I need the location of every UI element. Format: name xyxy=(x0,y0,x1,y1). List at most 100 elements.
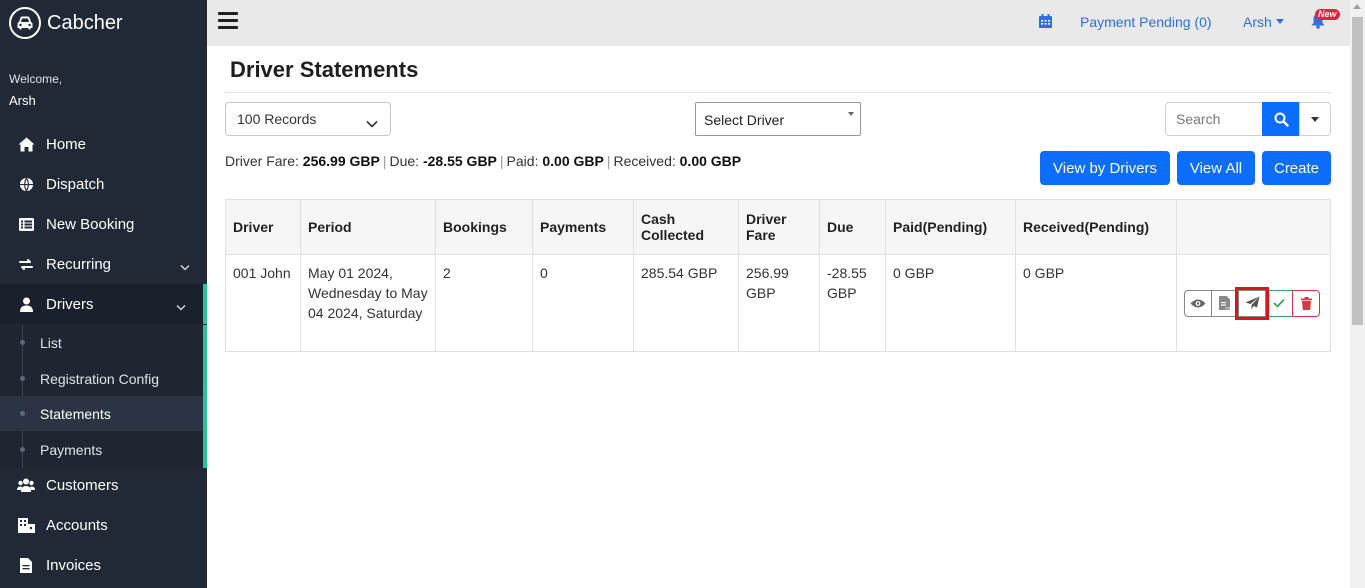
trash-icon xyxy=(1300,296,1312,310)
sidebar-item-invoices[interactable]: Invoices xyxy=(0,545,207,585)
cell-received-pending: 0 GBP xyxy=(1015,254,1177,352)
sidebar-item-accounts[interactable]: Accounts xyxy=(0,505,207,545)
driver-fare-label: Driver Fare: xyxy=(225,153,299,169)
column-header-driver-fare[interactable]: Driver Fare xyxy=(738,199,820,255)
brand[interactable]: Cabcher xyxy=(9,7,123,39)
table-header-row: Driver Period Bookings Payments Cash Col… xyxy=(225,199,1331,255)
chevron-down-icon xyxy=(180,258,190,275)
building-icon xyxy=(17,516,35,534)
submenu-item-registration-config[interactable]: Registration Config xyxy=(0,361,203,396)
globe-icon xyxy=(17,175,35,193)
submenu-item-label: Payments xyxy=(40,441,103,458)
cell-paid-pending: 0 GBP xyxy=(885,254,1016,352)
svg-text:PDF: PDF xyxy=(1226,306,1232,310)
sidebar-item-home[interactable]: Home xyxy=(0,124,207,164)
column-header-bookings[interactable]: Bookings xyxy=(435,199,533,255)
sidebar-item-label: Drivers xyxy=(46,295,94,313)
sidebar-item-label: Invoices xyxy=(46,556,102,574)
search-icon xyxy=(1274,112,1289,127)
drivers-submenu: List Registration Config Statements Paym… xyxy=(0,325,207,468)
submenu-item-statements[interactable]: Statements xyxy=(0,396,203,431)
user-menu-dropdown[interactable]: Arsh xyxy=(1243,14,1285,30)
bullet-icon xyxy=(20,447,25,452)
records-per-page-select[interactable]: 100 Records xyxy=(225,102,391,136)
search-input[interactable] xyxy=(1165,102,1263,136)
chevron-down-icon xyxy=(366,115,378,131)
search-button[interactable] xyxy=(1262,102,1300,136)
column-header-cash-collected[interactable]: Cash Collected xyxy=(633,199,739,255)
paid-value: 0.00 GBP xyxy=(542,153,604,169)
records-select-value: 100 Records xyxy=(237,111,317,127)
row-action-group: PDF xyxy=(1184,286,1323,320)
column-header-driver[interactable]: Driver xyxy=(225,199,301,255)
column-header-due[interactable]: Due xyxy=(819,199,886,255)
driver-select[interactable]: Select Driver xyxy=(695,102,861,136)
divider xyxy=(225,92,1331,93)
file-icon xyxy=(17,556,35,574)
statements-table: Driver Period Bookings Payments Cash Col… xyxy=(225,199,1331,352)
page-scrollbar[interactable] xyxy=(1350,0,1365,588)
page-title: Driver Statements xyxy=(230,57,419,82)
sidebar-item-label: Customers xyxy=(46,476,119,494)
pdf-file-icon: PDF xyxy=(1219,296,1231,310)
column-header-period[interactable]: Period xyxy=(300,199,436,255)
delete-button[interactable] xyxy=(1292,289,1320,317)
cell-driver-fare: 256.99 GBP xyxy=(738,254,820,352)
caret-down-icon xyxy=(1275,19,1284,24)
column-header-received-pending[interactable]: Received(Pending) xyxy=(1015,199,1177,255)
welcome-label: Welcome, xyxy=(9,72,63,86)
received-value: 0.00 GBP xyxy=(679,153,742,169)
scrollbar-thumb[interactable] xyxy=(1352,17,1363,325)
column-header-payments[interactable]: Payments xyxy=(532,199,634,255)
users-icon xyxy=(17,476,35,494)
approve-button[interactable] xyxy=(1265,289,1293,317)
home-icon xyxy=(17,135,35,153)
payment-pending-link[interactable]: Payment Pending (0) xyxy=(1080,14,1212,30)
view-button[interactable] xyxy=(1184,289,1212,317)
sidebar-item-label: Home xyxy=(46,135,87,153)
scroll-up-arrow-icon[interactable] xyxy=(1353,4,1361,9)
user-icon xyxy=(17,295,35,313)
paid-label: Paid: xyxy=(506,153,539,169)
download-pdf-button[interactable]: PDF xyxy=(1211,289,1239,317)
car-logo-icon xyxy=(9,7,41,39)
search-options-dropdown[interactable] xyxy=(1299,102,1331,136)
sidebar-item-recurring[interactable]: Recurring xyxy=(0,244,207,284)
due-value: -28.55 GBP xyxy=(422,153,497,169)
send-statement-button[interactable] xyxy=(1235,286,1269,320)
driver-select-value: Select Driver xyxy=(704,112,785,128)
cell-period: May 01 2024, Wednesday to May 04 2024, S… xyxy=(300,254,436,352)
sidebar-item-dispatch[interactable]: Dispatch xyxy=(0,164,207,204)
submenu-item-payments[interactable]: Payments xyxy=(0,432,203,467)
calendar-icon[interactable] xyxy=(1039,14,1052,31)
driver-fare-value: 256.99 GBP xyxy=(302,153,380,169)
caret-down-icon xyxy=(1311,116,1319,122)
sidebar-item-customers[interactable]: Customers xyxy=(0,465,207,505)
view-by-drivers-button[interactable]: View by Drivers xyxy=(1040,151,1170,185)
new-badge: New xyxy=(1315,9,1340,20)
cell-driver: 001 John xyxy=(225,254,301,352)
column-header-actions xyxy=(1176,199,1331,255)
sidebar-item-label: Accounts xyxy=(46,516,108,534)
cell-cash-collected: 285.54 GBP xyxy=(633,254,739,352)
cell-bookings: 2 xyxy=(435,254,533,352)
bullet-icon xyxy=(20,376,25,381)
submenu-item-label: List xyxy=(40,334,62,351)
paper-plane-icon xyxy=(1245,296,1259,310)
cell-actions: PDF xyxy=(1176,254,1331,352)
create-button[interactable]: Create xyxy=(1262,151,1331,185)
sidebar-item-new-booking[interactable]: New Booking xyxy=(0,204,207,244)
submenu-item-list[interactable]: List xyxy=(0,325,203,360)
view-all-button[interactable]: View All xyxy=(1177,151,1255,185)
topbar: Payment Pending (0) Arsh New xyxy=(207,0,1350,46)
caret-down-icon xyxy=(848,112,854,116)
sidebar-item-label: New Booking xyxy=(46,215,135,233)
hamburger-menu-icon[interactable] xyxy=(218,12,238,30)
bullet-icon xyxy=(20,411,25,416)
sidebar-item-drivers[interactable]: Drivers xyxy=(0,284,207,324)
statement-summary: Driver Fare: 256.99 GBP | Due: -28.55 GBP |… xyxy=(225,153,742,169)
submenu-item-label: Statements xyxy=(40,405,111,422)
sidebar-item-label: Recurring xyxy=(46,255,112,273)
welcome-user: Arsh xyxy=(9,93,36,108)
column-header-paid-pending[interactable]: Paid(Pending) xyxy=(885,199,1016,255)
